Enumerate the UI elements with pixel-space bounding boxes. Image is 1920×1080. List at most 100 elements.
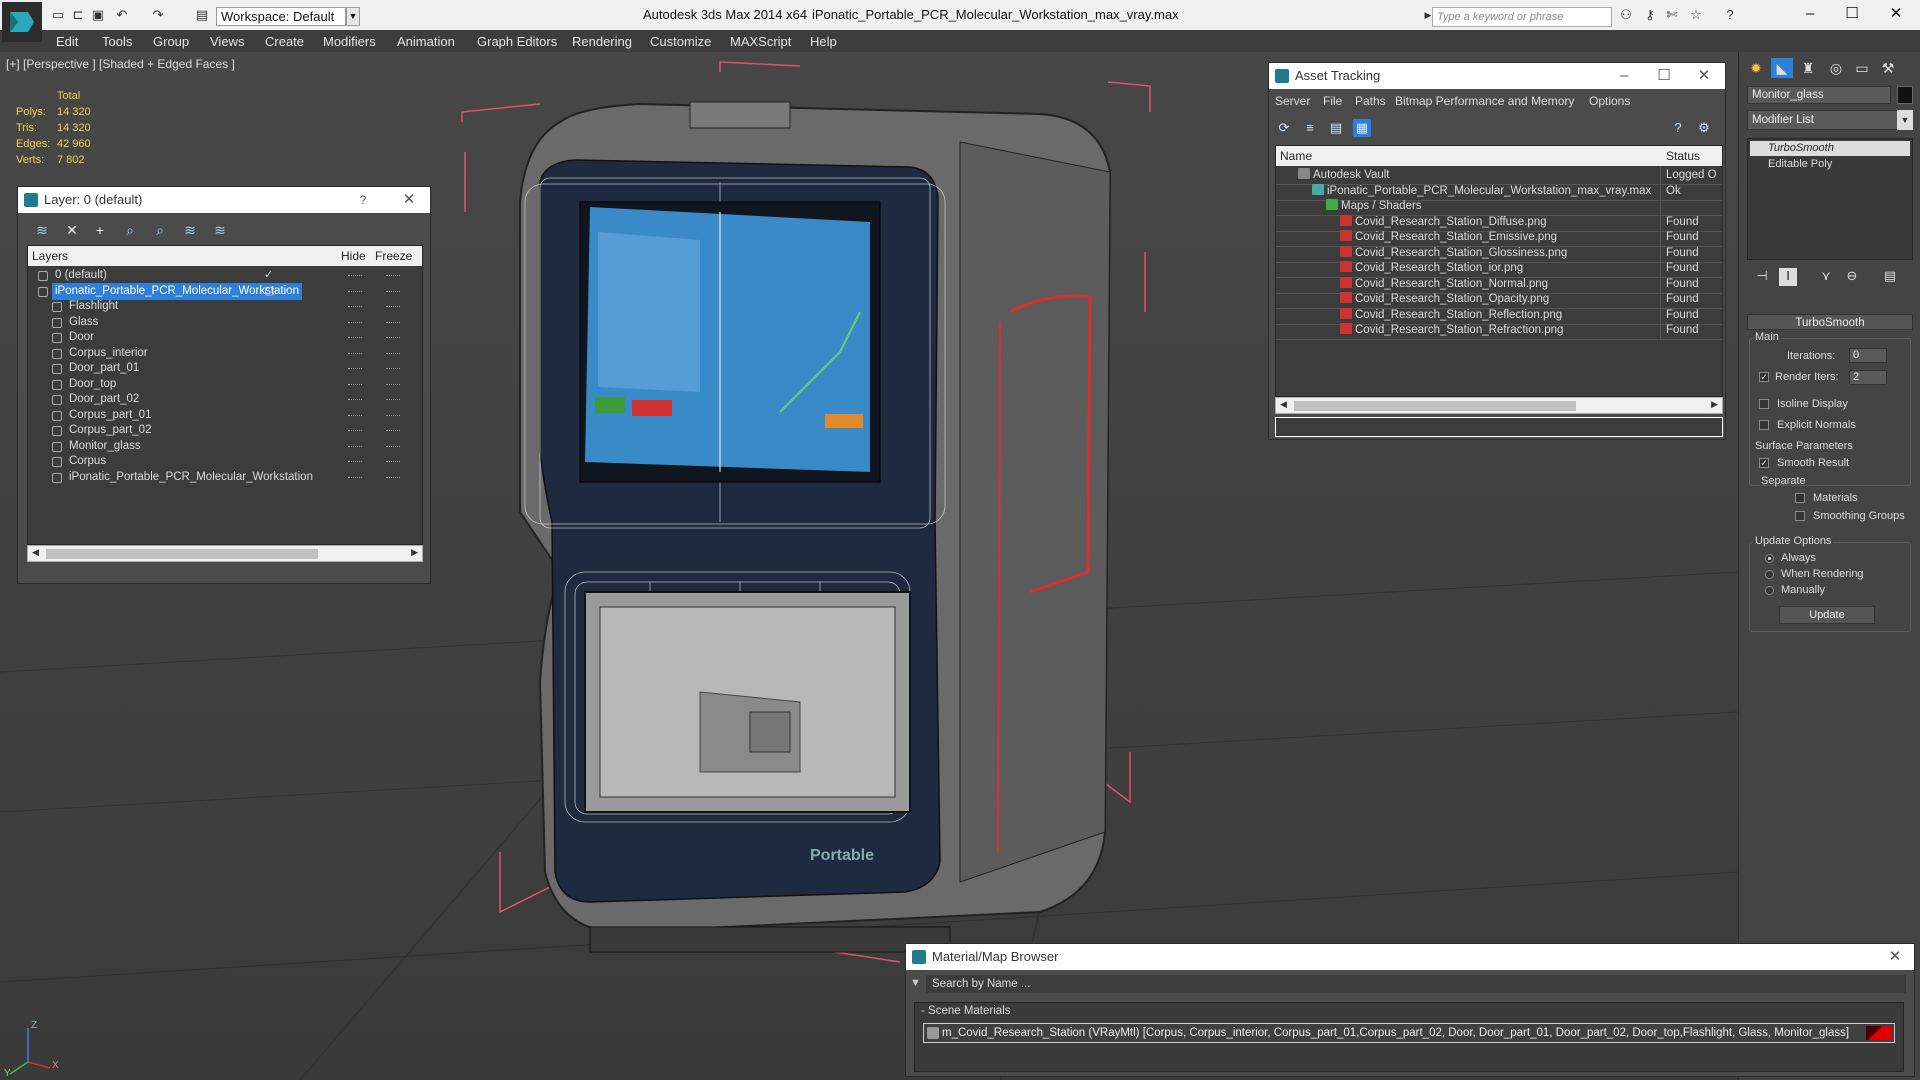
freeze-toggle[interactable] bbox=[386, 461, 400, 463]
refresh-icon[interactable]: ⟳ bbox=[1275, 119, 1293, 137]
open-file-icon[interactable]: ⊏ bbox=[70, 8, 86, 22]
close-icon[interactable]: ✕ bbox=[1886, 4, 1906, 24]
asset-menu-file[interactable]: File bbox=[1323, 94, 1342, 108]
hide-toggle[interactable] bbox=[348, 414, 362, 417]
freeze-toggle[interactable] bbox=[386, 383, 400, 386]
isoline-display-checkbox[interactable] bbox=[1759, 399, 1769, 409]
menu-customize[interactable]: Customize bbox=[650, 34, 711, 49]
scroll-right-icon[interactable]: ▶ bbox=[1711, 399, 1718, 410]
freeze-toggle[interactable] bbox=[386, 476, 400, 479]
hide-toggle[interactable] bbox=[348, 275, 362, 277]
help-icon[interactable]: ? bbox=[348, 187, 378, 213]
redo-icon[interactable]: ↷ bbox=[150, 8, 166, 22]
menu-help[interactable]: Help bbox=[810, 34, 837, 49]
hide-all-icon[interactable]: ≋ bbox=[180, 221, 200, 239]
freeze-toggle[interactable] bbox=[386, 368, 400, 370]
hide-toggle[interactable] bbox=[348, 461, 362, 463]
update-always-radio[interactable] bbox=[1765, 554, 1774, 563]
maximize-icon[interactable]: ☐ bbox=[1842, 4, 1862, 24]
render-iters-spinner[interactable]: 2 bbox=[1849, 370, 1887, 385]
hide-toggle[interactable] bbox=[348, 368, 362, 370]
hierarchy-tab-icon[interactable]: ♜ bbox=[1797, 58, 1819, 78]
menu-animation[interactable]: Animation bbox=[397, 34, 455, 49]
turbosmooth-rollout-header[interactable]: TurboSmooth bbox=[1747, 314, 1913, 330]
render-iters-checkbox[interactable]: ✓ bbox=[1759, 372, 1769, 382]
layer-row[interactable]: iPonatic_Portable_PCR_Molecular_Workstat… bbox=[28, 468, 422, 487]
menu-edit[interactable]: Edit bbox=[56, 34, 78, 49]
save-file-icon[interactable]: ▣ bbox=[90, 8, 106, 22]
asset-row[interactable]: Covid_Research_Station_Refraction.png Fou… bbox=[1276, 321, 1722, 340]
highlight-layer-icon[interactable]: ⌕ bbox=[150, 221, 170, 239]
create-layer-icon[interactable]: ≋ bbox=[32, 221, 52, 239]
make-unique-icon[interactable]: ⋎ bbox=[1817, 268, 1835, 286]
freeze-toggle[interactable] bbox=[386, 275, 400, 277]
column-layers[interactable]: Layers bbox=[32, 249, 68, 263]
close-icon[interactable]: ✕ bbox=[394, 187, 424, 213]
scroll-left-icon[interactable]: ◀ bbox=[1280, 399, 1287, 410]
asset-menu-bitmap-performance[interactable]: Bitmap Performance and Memory bbox=[1395, 94, 1574, 108]
app-logo-button[interactable] bbox=[2, 2, 42, 42]
scroll-left-icon[interactable]: ◀ bbox=[32, 547, 39, 558]
hide-toggle[interactable] bbox=[348, 306, 362, 308]
hide-toggle[interactable] bbox=[348, 445, 362, 448]
pin-stack-icon[interactable]: ⊣ bbox=[1753, 268, 1771, 286]
minimize-icon[interactable]: – bbox=[1800, 4, 1820, 24]
add-to-layer-icon[interactable]: + bbox=[90, 221, 110, 239]
asset-menu-paths[interactable]: Paths bbox=[1355, 94, 1386, 108]
freeze-toggle[interactable] bbox=[386, 445, 400, 448]
create-tab-icon[interactable]: ✹ bbox=[1745, 58, 1767, 78]
asset-panel-title[interactable]: Asset Tracking – ☐ ✕ bbox=[1269, 63, 1725, 89]
stack-item-editable-poly[interactable]: Editable Poly bbox=[1750, 157, 1910, 172]
viewport-label[interactable]: [+] [Perspective ] [Shaded + Edged Faces… bbox=[6, 57, 235, 71]
show-end-result-icon[interactable]: I bbox=[1779, 268, 1797, 286]
select-objects-icon[interactable]: ⌕ bbox=[120, 221, 140, 239]
stack-item-turbosmooth[interactable]: TurboSmooth bbox=[1750, 141, 1910, 156]
object-name-field[interactable]: Monitor_glass bbox=[1747, 86, 1891, 104]
column-freeze[interactable]: Freeze bbox=[375, 249, 412, 263]
freeze-toggle[interactable] bbox=[386, 321, 400, 324]
table-view-icon[interactable]: ▦ bbox=[1353, 119, 1371, 137]
freeze-toggle[interactable] bbox=[386, 430, 400, 432]
update-button[interactable]: Update bbox=[1779, 606, 1875, 624]
search-options-icon[interactable]: ▼ bbox=[910, 977, 924, 991]
maximize-icon[interactable]: ☐ bbox=[1649, 63, 1679, 89]
freeze-toggle[interactable] bbox=[386, 337, 400, 339]
menu-views[interactable]: Views bbox=[210, 34, 244, 49]
column-status[interactable]: Status bbox=[1666, 149, 1700, 163]
menu-rendering[interactable]: Rendering bbox=[572, 34, 632, 49]
material-entry[interactable]: m_Covid_Research_Station (VRayMtl) [Corp… bbox=[923, 1023, 1895, 1043]
scroll-thumb[interactable] bbox=[46, 549, 318, 559]
utilities-tab-icon[interactable]: ⚒ bbox=[1877, 58, 1899, 78]
close-icon[interactable]: ✕ bbox=[1689, 63, 1719, 89]
new-file-icon[interactable]: ▭ bbox=[50, 8, 66, 22]
detail-view-icon[interactable]: ▤ bbox=[1327, 119, 1345, 137]
scene-materials-header[interactable]: - Scene Materials bbox=[921, 1005, 1010, 1017]
hide-toggle[interactable] bbox=[348, 430, 362, 432]
hide-toggle[interactable] bbox=[348, 383, 362, 386]
chevron-down-icon[interactable]: ▼ bbox=[346, 7, 360, 26]
column-name[interactable]: Name bbox=[1280, 149, 1312, 163]
modifier-list-dropdown[interactable]: Modifier List bbox=[1747, 110, 1907, 130]
close-icon[interactable]: ✕ bbox=[1880, 944, 1910, 970]
menu-maxscript[interactable]: MAXScript bbox=[730, 34, 791, 49]
smooth-result-checkbox[interactable]: ✓ bbox=[1759, 458, 1769, 468]
binoculars-icon[interactable]: ⚇ bbox=[1618, 8, 1634, 22]
material-search-input[interactable]: Search by Name ... bbox=[926, 975, 1906, 993]
delete-layer-icon[interactable]: ✕ bbox=[62, 221, 82, 239]
help-icon[interactable]: ? bbox=[1669, 119, 1687, 137]
update-manually-radio[interactable] bbox=[1765, 586, 1774, 595]
asset-path-field[interactable] bbox=[1275, 417, 1723, 437]
column-hide[interactable]: Hide bbox=[341, 249, 366, 263]
configure-sets-icon[interactable]: ▤ bbox=[1881, 268, 1899, 286]
hide-toggle[interactable] bbox=[348, 337, 362, 339]
asset-menu-options[interactable]: Options bbox=[1589, 94, 1630, 108]
undo-icon[interactable]: ↶ bbox=[114, 8, 130, 22]
freeze-toggle[interactable] bbox=[386, 399, 400, 401]
modify-tab-icon[interactable]: ◣ bbox=[1771, 58, 1793, 78]
display-tab-icon[interactable]: ▭ bbox=[1851, 58, 1873, 78]
search-input[interactable]: Type a keyword or phrase bbox=[1432, 7, 1612, 27]
scroll-right-icon[interactable]: ▶ bbox=[411, 547, 418, 558]
menu-group[interactable]: Group bbox=[153, 34, 189, 49]
hide-toggle[interactable] bbox=[348, 476, 362, 479]
freeze-toggle[interactable] bbox=[386, 290, 400, 293]
